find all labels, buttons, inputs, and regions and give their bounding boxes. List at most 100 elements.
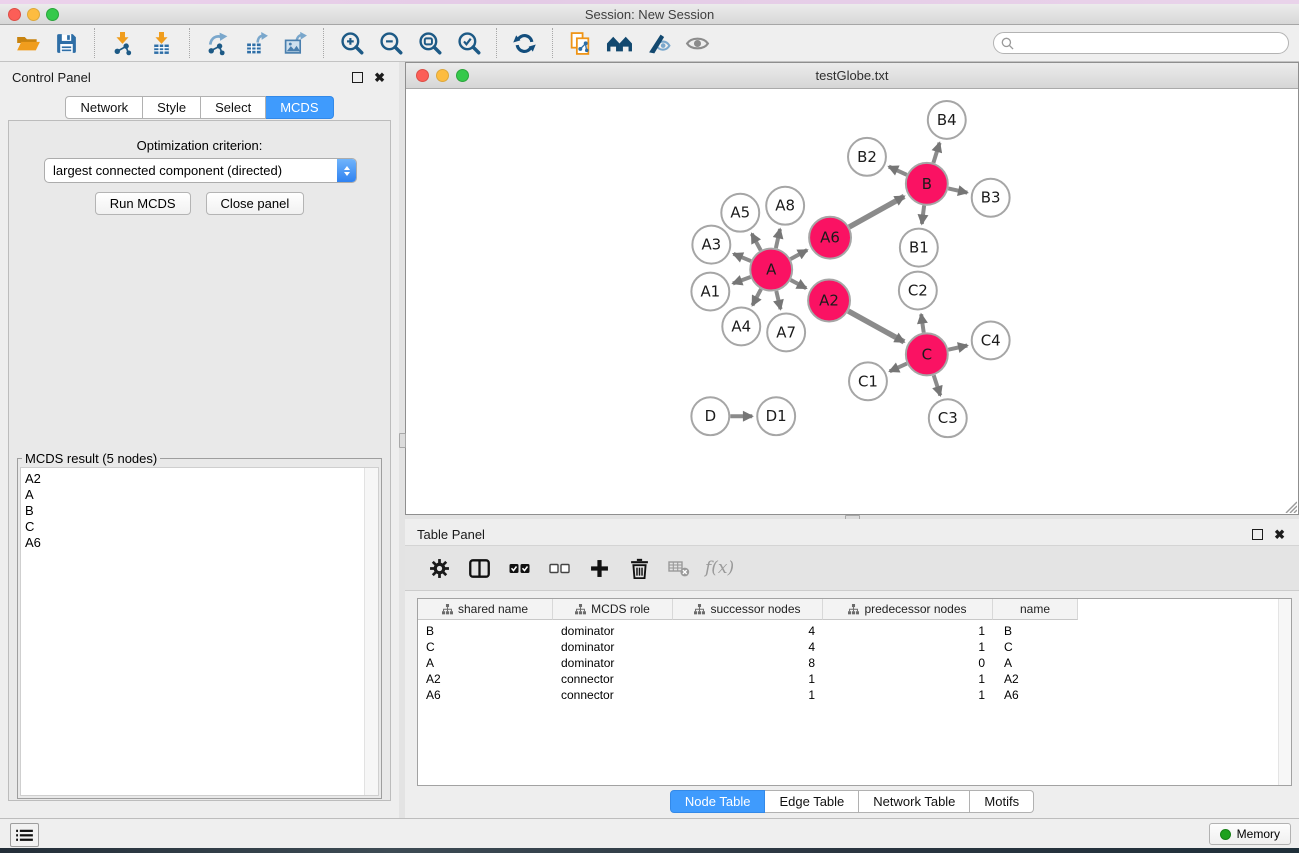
zoom-selected-button[interactable] (449, 26, 488, 60)
graph-node-A8[interactable]: A8 (766, 187, 804, 225)
graph-node-C2[interactable]: C2 (899, 272, 937, 310)
graph-edge-A2-C[interactable] (848, 311, 904, 342)
tab-style[interactable]: Style (143, 96, 201, 119)
mcds-result-list[interactable]: A2ABCA6 (20, 467, 379, 796)
mcds-result-item[interactable]: A2 (21, 471, 378, 487)
close-panel-icon[interactable]: ✖ (374, 73, 385, 83)
import-table-button[interactable] (142, 26, 181, 60)
graph-edge-C-C1[interactable] (890, 364, 907, 372)
export-image-button[interactable] (276, 26, 315, 60)
run-mcds-button[interactable]: Run MCDS (95, 192, 191, 215)
graph-node-A[interactable]: A (750, 249, 792, 291)
graph-edge-A-A7[interactable] (776, 291, 780, 309)
home-view-button[interactable] (600, 26, 639, 60)
mcds-list-scrollbar[interactable] (364, 468, 378, 795)
graph-node-B3[interactable]: B3 (972, 179, 1010, 217)
delete-table-button[interactable] (659, 550, 699, 586)
open-session-button[interactable] (8, 26, 47, 60)
column-header-mcds-role[interactable]: MCDS role (553, 599, 673, 620)
mcds-result-item[interactable]: A6 (21, 535, 378, 551)
save-session-button[interactable] (47, 26, 86, 60)
graph-edge-A-A8[interactable] (776, 229, 780, 248)
graph-edge-B-B3[interactable] (948, 188, 967, 192)
task-history-button[interactable] (10, 823, 39, 847)
zoom-in-button[interactable] (332, 26, 371, 60)
table-mode-button[interactable] (419, 550, 459, 586)
graph-node-A7[interactable]: A7 (767, 313, 805, 351)
tab-edge-table[interactable]: Edge Table (765, 790, 859, 813)
float-panel-icon[interactable] (352, 72, 363, 83)
graph-node-B2[interactable]: B2 (848, 138, 886, 176)
graph-node-B1[interactable]: B1 (900, 229, 938, 267)
graph-edge-C-C3[interactable] (934, 375, 941, 395)
show-columns-button[interactable] (459, 550, 499, 586)
network-canvas[interactable]: AA1A2A3A4A5A6A7A8BB1B2B3B4CC1C2C3C4DD1 (406, 89, 1298, 514)
graph-node-C1[interactable]: C1 (849, 362, 887, 400)
column-header-shared-name[interactable]: shared name (418, 599, 553, 620)
export-network-button[interactable] (198, 26, 237, 60)
table-row[interactable]: A6connector11A6 (418, 687, 1291, 703)
graph-node-A2[interactable]: A2 (808, 280, 850, 322)
graph-node-A4[interactable]: A4 (722, 307, 760, 345)
table-row[interactable]: A2connector11A2 (418, 671, 1291, 687)
clone-network-button[interactable] (561, 26, 600, 60)
column-header-predecessor-nodes[interactable]: predecessor nodes (823, 599, 993, 620)
search-input[interactable] (1019, 35, 1288, 51)
vertical-splitter-grip[interactable] (399, 433, 406, 448)
graph-node-C3[interactable]: C3 (929, 399, 967, 437)
graph-node-A5[interactable]: A5 (721, 194, 759, 232)
table-row[interactable]: Cdominator41C (418, 639, 1291, 655)
close-panel-button[interactable]: Close panel (206, 192, 305, 215)
memory-button[interactable]: Memory (1209, 823, 1291, 845)
graph-edge-A-A5[interactable] (752, 234, 761, 251)
toggle-graphics-details-button[interactable] (639, 26, 678, 60)
show-hide-panel-button[interactable] (678, 26, 717, 60)
graph-edge-A6-B[interactable] (849, 196, 904, 227)
column-header-successor-nodes[interactable]: successor nodes (673, 599, 823, 620)
graph-edge-A-A6[interactable] (790, 250, 807, 259)
graph-node-B4[interactable]: B4 (928, 101, 966, 139)
function-builder-button[interactable]: f(x) (705, 558, 734, 578)
delete-columns-button[interactable] (619, 550, 659, 586)
deselect-all-button[interactable] (539, 550, 579, 586)
graph-edge-A-A2[interactable] (791, 280, 807, 288)
graph-node-C4[interactable]: C4 (972, 321, 1010, 359)
tab-mcds[interactable]: MCDS (266, 96, 333, 119)
graph-node-A6[interactable]: A6 (809, 217, 851, 259)
graph-node-C[interactable]: C (906, 333, 948, 375)
graph-edge-C-C4[interactable] (948, 345, 967, 349)
tab-node-table[interactable]: Node Table (670, 790, 766, 813)
graph-edge-B-B1[interactable] (922, 206, 924, 224)
select-all-button[interactable] (499, 550, 539, 586)
network-window-titlebar[interactable]: testGlobe.txt (406, 63, 1298, 89)
table-scrollbar[interactable] (1278, 599, 1291, 785)
tab-select[interactable]: Select (201, 96, 266, 119)
column-header-name[interactable]: name (993, 599, 1078, 620)
graph-edge-A-A3[interactable] (733, 254, 750, 261)
close-panel-icon[interactable]: ✖ (1274, 530, 1285, 540)
export-table-button[interactable] (237, 26, 276, 60)
graph-edge-C-C2[interactable] (921, 314, 924, 332)
graph-node-D[interactable]: D (691, 397, 729, 435)
window-resize-grip[interactable] (1282, 498, 1297, 513)
graph-edge-A-A1[interactable] (733, 277, 751, 283)
table-row[interactable]: Bdominator41B (418, 623, 1291, 639)
mcds-result-item[interactable]: C (21, 519, 378, 535)
add-column-button[interactable] (579, 550, 619, 586)
graph-node-A1[interactable]: A1 (691, 273, 729, 311)
graph-node-D1[interactable]: D1 (757, 397, 795, 435)
graph-node-A3[interactable]: A3 (692, 226, 730, 264)
refresh-layout-button[interactable] (505, 26, 544, 60)
zoom-out-button[interactable] (371, 26, 410, 60)
import-network-button[interactable] (103, 26, 142, 60)
mcds-result-item[interactable]: B (21, 503, 378, 519)
graph-edge-B-B4[interactable] (933, 143, 939, 163)
float-panel-icon[interactable] (1252, 529, 1263, 540)
graph-edge-A-A4[interactable] (752, 289, 761, 305)
zoom-fit-button[interactable] (410, 26, 449, 60)
mcds-result-item[interactable]: A (21, 487, 378, 503)
tab-network[interactable]: Network (65, 96, 143, 119)
criterion-dropdown[interactable]: largest connected component (directed) (44, 158, 357, 183)
graph-edge-B-B2[interactable] (889, 167, 907, 175)
tab-network-table[interactable]: Network Table (859, 790, 970, 813)
